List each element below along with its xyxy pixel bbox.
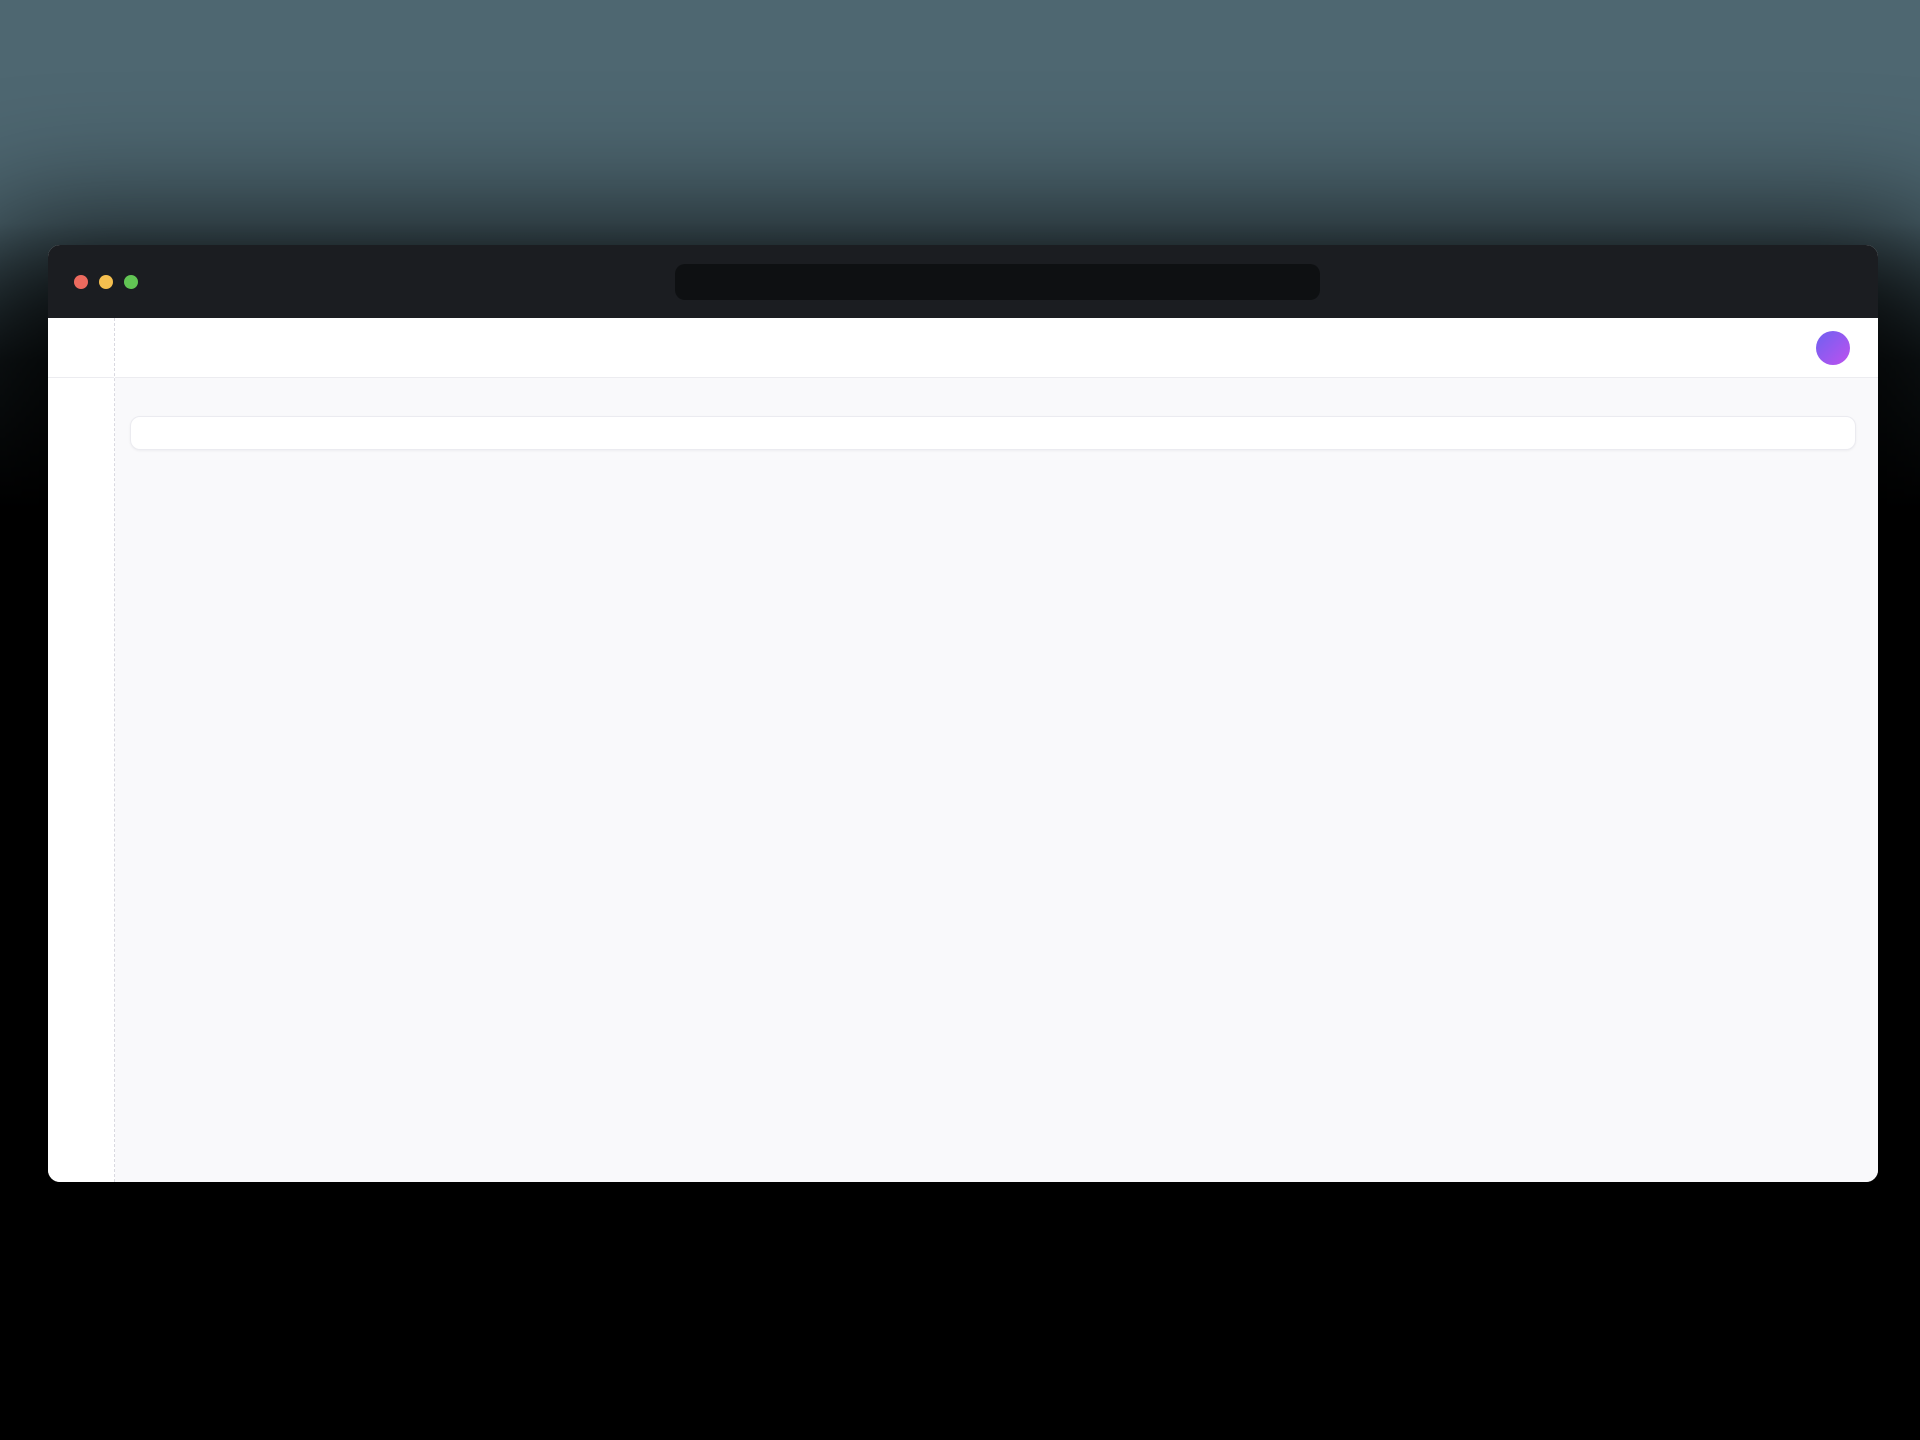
search-input[interactable] — [169, 338, 633, 357]
user-avatar[interactable] — [1816, 331, 1850, 365]
browser-titlebar — [48, 245, 1878, 318]
dashboard-content — [115, 378, 1878, 1182]
browser-window — [48, 245, 1878, 1182]
app-logo[interactable] — [48, 318, 114, 378]
zoom-button[interactable] — [124, 275, 138, 289]
address-bar[interactable] — [675, 264, 1320, 300]
traffic-chart-card — [130, 416, 1856, 450]
app-header — [115, 318, 1878, 378]
app-sidebar — [48, 318, 115, 1182]
traffic-lights — [74, 275, 138, 289]
minimize-button[interactable] — [99, 275, 113, 289]
chart-legend — [131, 429, 1855, 441]
close-button[interactable] — [74, 275, 88, 289]
